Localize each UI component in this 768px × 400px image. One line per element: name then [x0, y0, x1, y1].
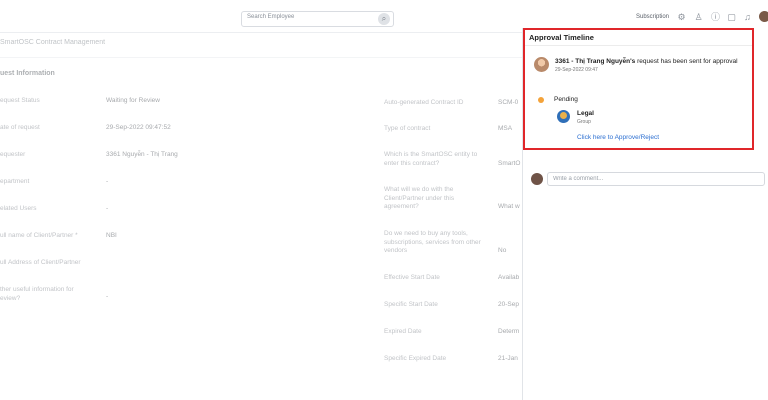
field-label: Specific Expired Date	[384, 355, 447, 362]
field-label: Effective Start Date	[384, 274, 440, 281]
field-label: Type of contract	[384, 125, 431, 132]
breadcrumb[interactable]: SmartOSC Contract Management	[0, 39, 105, 46]
approver-type: Group	[577, 119, 591, 125]
field-value: -	[106, 293, 109, 300]
timeline-event-text: 3361 - Thị Trang Nguyễn's request has be…	[555, 58, 738, 65]
field-label: What will we do with the Client/Partner …	[384, 186, 455, 210]
group-icon	[557, 110, 570, 123]
field-value: SmartO	[498, 160, 521, 167]
bell-icon[interactable]: ♫	[742, 12, 753, 23]
user-avatar[interactable]	[759, 11, 768, 22]
subscription-link[interactable]: Subscription	[636, 14, 669, 20]
info-icon[interactable]: ⓘ	[710, 12, 721, 23]
field-label: Which is the SmartOSC entity to enter th…	[384, 151, 478, 167]
field-value: -	[106, 205, 109, 212]
divider	[0, 57, 522, 58]
field-value: Availab	[498, 274, 520, 281]
field-label: elated Users	[0, 205, 37, 212]
field-value: No	[498, 247, 507, 254]
requester-name: 3361 - Thị Trang Nguyễn's	[555, 58, 636, 65]
chat-icon[interactable]: ▢	[726, 12, 737, 23]
field-label: equester	[0, 151, 26, 158]
field-value: MSA	[498, 125, 513, 132]
approval-timeline-card: Approval Timeline 3361 - Thị Trang Nguyễ…	[523, 28, 754, 150]
field-label: Expired Date	[384, 328, 422, 335]
field-label: equest Status	[0, 97, 40, 104]
field-value: Waiting for Review	[106, 97, 160, 104]
field-label: ull name of Client/Partner *	[0, 232, 78, 239]
pending-status-dot	[538, 97, 544, 103]
field-value: 20-Sep	[498, 301, 519, 308]
field-label: Specific Start Date	[384, 301, 438, 308]
field-label: ther useful information for eview?	[0, 286, 74, 302]
search-box[interactable]: Search Employee ⌕	[241, 11, 394, 27]
section-title: uest Information	[0, 70, 55, 77]
field-value: -	[106, 178, 109, 185]
field-label: ull Address of Client/Partner	[0, 259, 81, 266]
event-message: request has been sent for approval	[635, 58, 738, 65]
status-label: Pending	[554, 96, 578, 103]
commenter-avatar	[531, 173, 543, 185]
field-value: 29-Sep-2022 09:47:52	[106, 124, 171, 131]
field-value: 3361 Nguyễn - Thị Trang	[106, 151, 178, 158]
field-label: Auto-generated Contract ID	[384, 99, 464, 106]
field-value: Determ	[498, 328, 520, 335]
search-icon[interactable]: ⌕	[378, 13, 390, 25]
people-icon[interactable]: ♙	[693, 12, 704, 23]
field-label: ate of request	[0, 124, 40, 131]
field-value: What w	[498, 203, 520, 210]
approver-name: Legal	[577, 110, 594, 117]
field-value: SCM-0	[498, 99, 519, 106]
event-timestamp: 29-Sep-2022 09:47	[555, 67, 598, 73]
field-value: 21-Jan	[498, 355, 518, 362]
comment-input[interactable]	[547, 172, 765, 186]
search-input[interactable]: Search Employee	[247, 14, 294, 20]
field-label: Do we need to buy any tools, subscriptio…	[384, 230, 481, 254]
request-detail-background: SmartOSC Contract Management uest Inform…	[0, 33, 522, 400]
field-value: NBI	[106, 232, 117, 239]
requester-avatar	[534, 57, 549, 72]
gear-icon[interactable]: ⚙	[676, 12, 687, 23]
approve-reject-link[interactable]: Click here to Approve/Reject	[577, 134, 659, 141]
field-label: epartment	[0, 178, 30, 185]
divider	[525, 45, 752, 46]
timeline-title: Approval Timeline	[529, 33, 594, 42]
